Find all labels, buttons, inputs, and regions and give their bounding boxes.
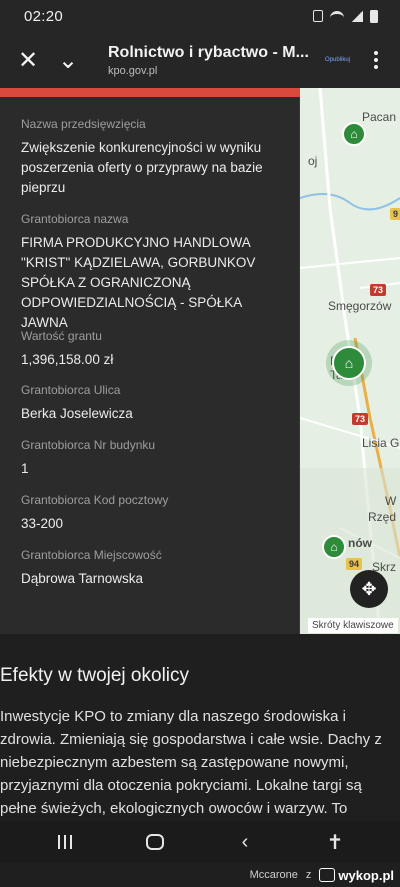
road-badge-94: 94	[346, 558, 363, 570]
field-label: Grantobiorca Nr budynku	[21, 438, 156, 452]
map-label-pacan: Pacan	[362, 110, 397, 124]
field-value: 33-200	[21, 516, 64, 531]
footer-user: Mccarone	[249, 869, 298, 881]
status-bar: 02:20	[0, 0, 400, 32]
accessibility-icon[interactable]: ✝	[311, 826, 359, 858]
signal-icon	[351, 10, 363, 22]
battery-icon	[370, 9, 378, 23]
page-title: Rolnictwo i rybactwo - M...	[108, 43, 309, 61]
field-value: Zwiększenie konkurencyjności w wyniku po…	[21, 140, 263, 195]
field-building-number: Grantobiorca Nr budynku 1	[21, 437, 291, 479]
wykop-mark-icon	[319, 868, 336, 882]
field-label: Wartość grantu	[21, 329, 102, 343]
panel-accent-bar	[0, 88, 300, 97]
chevron-down-icon[interactable]: ⌄	[48, 40, 88, 80]
system-nav-bar: ‹ ✝	[0, 821, 400, 863]
road-badge-9: 9	[390, 208, 400, 220]
close-icon[interactable]: ✕	[8, 40, 48, 80]
field-postal-code: Grantobiorca Kod pocztowy 33-200	[21, 492, 291, 534]
grant-pin-marker-selected[interactable]: ⌂	[332, 346, 366, 380]
map-label-lisia: Lisia G	[362, 436, 400, 450]
road-badge-73: 73	[370, 284, 387, 296]
field-label: Grantobiorca Miejscowość	[21, 548, 162, 562]
map-label-smegorzow: Smęgorzów	[328, 299, 392, 313]
map-label-w: W	[385, 494, 397, 508]
map-label-stopnica: oj	[308, 154, 318, 168]
wykop-logo: wykop.pl	[319, 868, 394, 883]
map-keyboard-shortcuts[interactable]: Skróty klawiszowe	[308, 618, 398, 633]
publish-link[interactable]: Opublikuj	[325, 57, 350, 63]
field-value: FIRMA PRODUKCYJNO HANDLOWA "KRIST" KĄDZI…	[21, 235, 256, 330]
grant-info-panel: Nazwa przedsięwzięcia Zwiększenie konkur…	[0, 88, 300, 634]
field-street: Grantobiorca Ulica Berka Joselewicza	[21, 382, 291, 424]
field-project-name: Nazwa przedsięwzięcia Zwiększenie konkur…	[21, 116, 291, 198]
field-grant-value: Wartość grantu 1,396,158.00 zł	[21, 328, 291, 370]
field-label: Grantobiorca Kod pocztowy	[21, 493, 169, 507]
custom-tab-toolbar: ✕ ⌄ Rolnictwo i rybactwo - M... kpo.gov.…	[0, 32, 400, 88]
toolbar-titles: Rolnictwo i rybactwo - M... kpo.gov.pl	[108, 44, 325, 77]
field-grantee-name: Grantobiorca nazwa FIRMA PRODUKCYJNO HAN…	[21, 211, 291, 333]
field-value: 1	[21, 461, 29, 476]
more-options-icon[interactable]	[364, 48, 388, 72]
field-label: Grantobiorca nazwa	[21, 212, 129, 226]
map-label-tarnow: nów	[348, 536, 372, 550]
page-url: kpo.gov.pl	[108, 64, 158, 77]
section-text: Inwestycje KPO to zmiany dla naszego śro…	[0, 708, 382, 817]
back-icon[interactable]: ‹	[221, 826, 269, 858]
home-icon	[146, 834, 164, 850]
field-value: Dąbrowa Tarnowska	[21, 571, 144, 586]
field-label: Nazwa przedsięwzięcia	[21, 117, 146, 131]
field-value: 1,396,158.00 zł	[21, 352, 114, 367]
road-badge-73-b: 73	[352, 413, 369, 425]
field-value: Berka Joselewicza	[21, 406, 133, 421]
footer-watermark: Mccarone z wykop.pl	[0, 863, 400, 887]
status-time: 02:20	[24, 7, 64, 25]
page-content: Pacan oj Smęgorzów Dą Ta Lisia G W Rzęd …	[0, 88, 400, 859]
status-icons	[313, 9, 378, 23]
field-label: Grantobiorca Ulica	[21, 383, 121, 397]
home-button[interactable]	[131, 826, 179, 858]
notification-icon	[313, 10, 323, 22]
grant-pin-marker[interactable]: ⌂	[342, 122, 366, 146]
section-title: Efekty w twojej okolicy	[0, 665, 190, 686]
footer-brand: wykop.pl	[338, 867, 394, 883]
grant-pin-marker[interactable]: ⌂	[322, 535, 346, 559]
recents-icon	[58, 835, 72, 849]
map[interactable]: Pacan oj Smęgorzów Dą Ta Lisia G W Rzęd …	[300, 88, 400, 634]
recents-button[interactable]	[41, 826, 89, 858]
footer-connector: z	[305, 869, 312, 881]
wifi-icon	[330, 11, 344, 21]
map-label-rzed: Rzęd	[368, 510, 397, 524]
field-city: Grantobiorca Miejscowość Dąbrowa Tarnows…	[21, 547, 291, 589]
fullscreen-move-icon[interactable]: ✥	[350, 570, 388, 608]
